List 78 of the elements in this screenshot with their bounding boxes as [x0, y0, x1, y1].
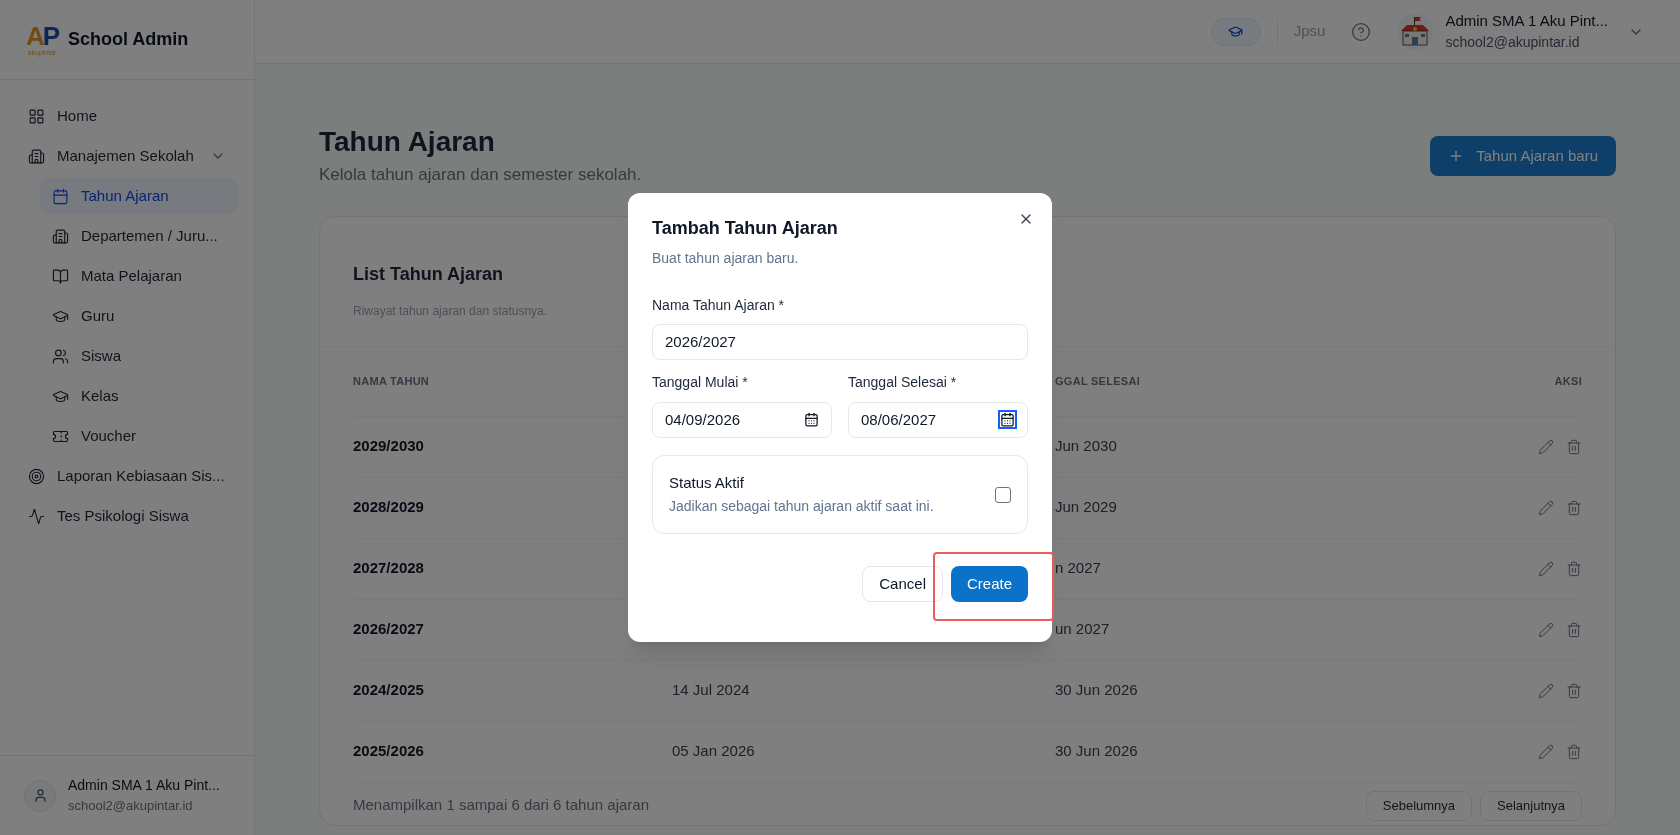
nav-icon	[28, 147, 45, 165]
table-cell-text: 30 Jun 2026	[1055, 741, 1139, 762]
sidebar-item[interactable]: Home	[16, 98, 238, 134]
pagination-button[interactable]: Sebelumnya	[1365, 790, 1473, 821]
table-cell-text: 2028/2029	[353, 497, 425, 518]
name-input[interactable]: 2026/2027	[652, 323, 1028, 360]
column-header: AKSI	[1554, 373, 1582, 389]
active-checkbox[interactable]	[995, 486, 1011, 503]
user-email: school2@akupintar.id	[68, 797, 194, 816]
calendar-icon[interactable]	[804, 412, 819, 428]
pagination-button[interactable]: Selanjutnya	[1480, 790, 1582, 821]
user-icon	[32, 788, 48, 803]
field-label: Nama Tahun Ajaran *	[652, 295, 786, 315]
sidebar-item[interactable]: Departemen / Juru...	[40, 218, 238, 254]
table-cell-text: 2025/2026	[353, 741, 425, 762]
sidebar-item[interactable]: Kelas	[40, 378, 238, 414]
status-title: Status Aktif	[669, 472, 746, 493]
nav-icon	[28, 507, 45, 525]
sidebar-item[interactable]: Mata Pelajaran	[40, 258, 238, 294]
dialog-subtitle: Buat tahun ajaran baru.	[652, 248, 800, 268]
delete-icon[interactable]	[1566, 743, 1582, 760]
create-button[interactable]: Create	[950, 566, 1028, 603]
delete-icon[interactable]	[1566, 560, 1582, 577]
date-input[interactable]: 04/09/2026	[652, 401, 832, 438]
sidebar-item[interactable]: Voucher	[40, 418, 238, 454]
sidebar-item[interactable]: Siswa	[40, 338, 238, 374]
edit-icon[interactable]	[1538, 560, 1554, 577]
nav-icon	[52, 187, 69, 205]
sidebar-item[interactable]: Manajemen Sekolah	[16, 138, 238, 174]
table-cell-text: 14 Jul 2024	[672, 680, 751, 701]
edit-icon[interactable]	[1538, 743, 1554, 760]
user-name: Admin SMA 1 Aku Pint...	[68, 776, 220, 796]
nav-icon	[28, 467, 45, 485]
delete-icon[interactable]	[1566, 499, 1582, 516]
column-header: GGAL SELESAI	[1055, 373, 1141, 389]
nav-icon	[52, 347, 69, 365]
sidebar-item[interactable]: Tahun Ajaran	[40, 178, 238, 214]
table-cell-text: 2026/2027	[353, 619, 425, 640]
table-cell-text: Jun 2030	[1055, 436, 1118, 457]
delete-icon[interactable]	[1566, 438, 1582, 455]
help-icon[interactable]	[1351, 21, 1372, 42]
table-cell-text: un 2027	[1055, 619, 1111, 640]
brand-name: School Admin	[68, 28, 189, 51]
edit-icon[interactable]	[1538, 682, 1554, 699]
new-year-button[interactable]: Tahun Ajaran baru	[1430, 136, 1616, 176]
table-cell-text: 30 Jun 2026	[1055, 680, 1139, 701]
pagination-summary: Menampilkan 1 sampai 6 dari 6 tahun ajaran	[353, 795, 649, 816]
date-input[interactable]: 08/06/2027	[848, 401, 1028, 438]
edit-icon[interactable]	[1538, 621, 1554, 638]
page-title: Tahun Ajaran	[319, 126, 496, 158]
user-menu[interactable]: Admin SMA 1 Aku Pint... school2@akupintar.id	[1397, 9, 1644, 54]
status-description: Jadikan sebagai tahun ajaran aktif saat ini.	[669, 497, 934, 517]
graduation-cap-icon	[1228, 24, 1244, 39]
table-cell-text: 2027/2028	[353, 558, 425, 579]
delete-icon[interactable]	[1566, 621, 1582, 638]
nav-icon	[52, 267, 69, 285]
calendar-icon[interactable]	[1000, 412, 1015, 428]
role-pill[interactable]	[1210, 17, 1261, 46]
nav-icon	[28, 107, 45, 125]
dialog-title: Tambah Tahun Ajaran	[652, 216, 839, 240]
table-cell-text: 05 Jan 2026	[672, 741, 756, 762]
edit-icon[interactable]	[1538, 438, 1554, 455]
page-subtitle: Kelola tahun ajaran dan semester sekolah.	[319, 164, 642, 186]
table-cell-text: n 2027	[1055, 558, 1102, 579]
table-cell-text: Jun 2029	[1055, 497, 1118, 518]
table-cell-text: 2024/2025	[353, 680, 425, 701]
table-cell-text: 2029/2030	[353, 436, 425, 457]
card-title: List Tahun Ajaran	[353, 262, 504, 286]
sidebar-item[interactable]: Laporan Kebiasaan Sis...	[16, 458, 238, 494]
field-label: Tanggal Mulai *	[652, 372, 749, 392]
delete-icon[interactable]	[1566, 682, 1582, 699]
field-label: Tanggal Selesai *	[848, 372, 958, 392]
cancel-button[interactable]: Cancel	[862, 566, 943, 603]
nav-icon	[52, 227, 69, 245]
edit-icon[interactable]	[1538, 499, 1554, 516]
sidebar-item[interactable]: Tes Psikologi Siswa	[16, 498, 238, 534]
sidebar-item[interactable]: Guru	[40, 298, 238, 334]
school-avatar	[1397, 13, 1434, 50]
